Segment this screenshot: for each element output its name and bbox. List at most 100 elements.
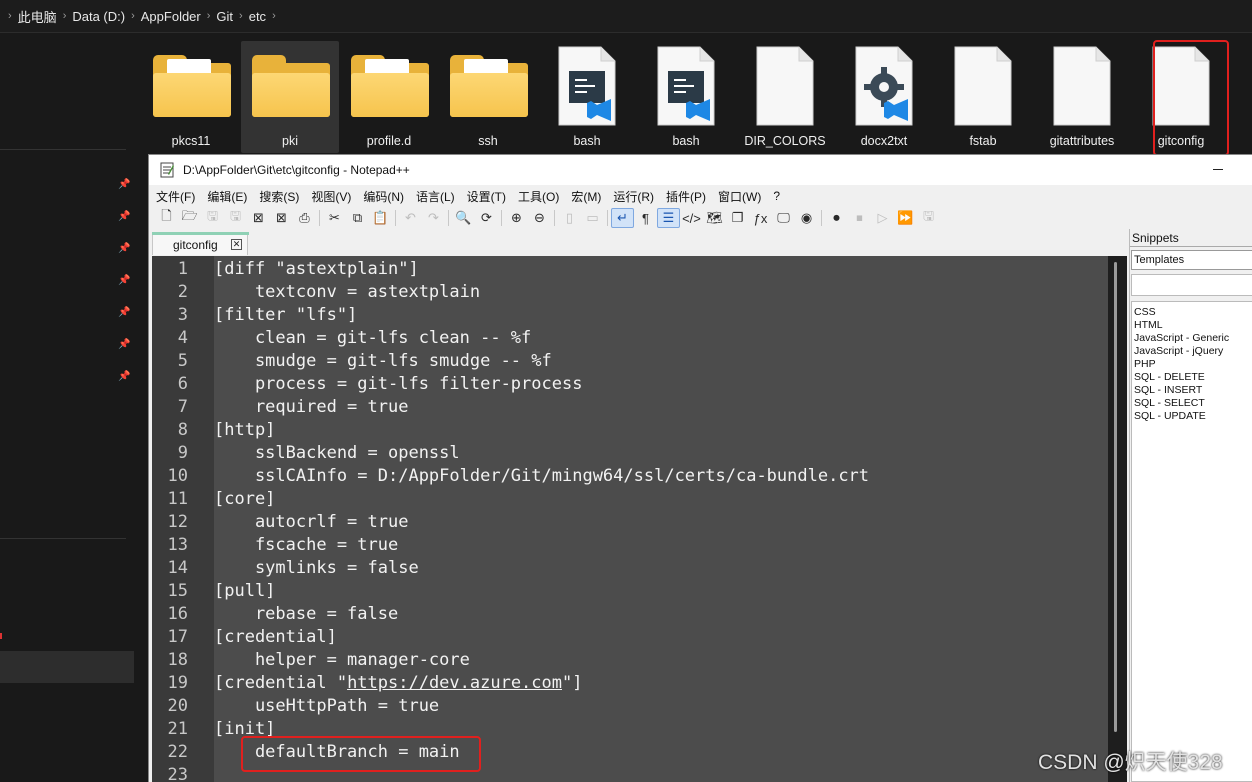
pin-icon[interactable]: 📌	[118, 275, 130, 286]
sync-horizontal-icon[interactable]: ▭	[581, 208, 604, 228]
show-all-characters-icon[interactable]: ¶	[634, 208, 657, 228]
snippet-item[interactable]: HTML	[1134, 319, 1252, 332]
snippet-item[interactable]: SQL - INSERT	[1134, 384, 1252, 397]
record-macro-icon[interactable]: ⏺	[825, 208, 848, 228]
file-item-gitattributes[interactable]: gitattributes	[1033, 41, 1131, 153]
scrollbar-thumb[interactable]	[1114, 262, 1117, 732]
snippets-filter-box[interactable]	[1131, 274, 1252, 296]
breadcrumb-item-this-pc[interactable]: 此电脑	[18, 7, 57, 26]
menu-item-8[interactable]: 宏(M)	[571, 188, 601, 205]
document-list-icon[interactable]: ❐	[726, 208, 749, 228]
copy-icon[interactable]: ⧉	[346, 208, 369, 228]
line-number: 13	[167, 535, 188, 555]
pin-icon[interactable]: 📌	[118, 179, 130, 190]
folder-as-workspace-icon[interactable]: 🖵	[772, 208, 795, 228]
tab-gitconfig[interactable]: gitconfig ✕	[152, 232, 249, 255]
line-number: 8	[177, 420, 188, 440]
snippet-item[interactable]: JavaScript - jQuery	[1134, 345, 1252, 358]
pin-icon[interactable]: 📌	[118, 307, 130, 318]
function-list-icon[interactable]: ƒx	[749, 208, 772, 228]
breadcrumb-item-data-drive[interactable]: Data (D:)	[72, 9, 125, 24]
file-item-ssh[interactable]: ssh	[439, 41, 537, 153]
snippet-item[interactable]: SQL - DELETE	[1134, 371, 1252, 384]
close-all-icon[interactable]: ⊠	[270, 208, 293, 228]
menu-item-10[interactable]: 插件(P)	[666, 188, 706, 205]
snippet-item[interactable]: JavaScript - Generic	[1134, 332, 1252, 345]
menu-item-12[interactable]: ?	[773, 189, 780, 203]
minimize-button[interactable]	[1213, 169, 1223, 170]
zoom-in-icon[interactable]: ⊕	[505, 208, 528, 228]
file-item-dir-colors[interactable]: DIR_COLORS	[736, 41, 834, 153]
snippet-item[interactable]: PHP	[1134, 358, 1252, 371]
zoom-out-icon[interactable]: ⊖	[528, 208, 551, 228]
save-icon[interactable]: 🖫	[201, 208, 224, 228]
open-file-icon[interactable]: 🗁	[178, 208, 201, 228]
file-item-pki[interactable]: pki	[241, 41, 339, 153]
line-number: 18	[167, 650, 188, 670]
pin-icon[interactable]: 📌	[118, 371, 130, 382]
file-item-bash[interactable]: bash	[637, 41, 735, 153]
sync-vertical-icon[interactable]: ▯	[558, 208, 581, 228]
breadcrumb-item-git[interactable]: Git	[216, 9, 233, 24]
monitoring-icon[interactable]: ◉	[795, 208, 818, 228]
pin-icon[interactable]: 📌	[118, 211, 130, 222]
toolbar-separator	[607, 210, 608, 226]
find-icon[interactable]: 🔍	[452, 208, 475, 228]
paste-icon[interactable]: 📋	[369, 208, 392, 228]
file-item-profile-d[interactable]: profile.d	[340, 41, 438, 153]
file-item-bash[interactable]: bash	[538, 41, 636, 153]
snippet-item[interactable]: SQL - SELECT	[1134, 397, 1252, 410]
cut-icon[interactable]: ✂	[323, 208, 346, 228]
menu-item-1[interactable]: 编辑(E)	[207, 188, 247, 205]
menu-item-5[interactable]: 语言(L)	[416, 188, 455, 205]
code-line: 19 [credential "https://dev.azure.com"]	[152, 672, 1108, 695]
replace-icon[interactable]: ⟳	[475, 208, 498, 228]
gear-file-icon	[854, 45, 914, 127]
code-text: required = true	[214, 397, 409, 417]
code-line: 8 [http]	[152, 419, 1108, 442]
save-macro-icon[interactable]: 🖫	[917, 208, 940, 228]
run-macro-multiple-icon[interactable]: ⏩	[894, 208, 917, 228]
indent-guide-icon[interactable]: ☰	[657, 208, 680, 228]
document-map-icon[interactable]: 🗺	[703, 208, 726, 228]
new-file-icon[interactable]: 🗋	[155, 208, 178, 228]
code-text: [http]	[214, 420, 276, 440]
xml-tag-icon[interactable]: </>	[680, 208, 703, 228]
url-link[interactable]: https://dev.azure.com	[347, 673, 562, 693]
breadcrumb-item-etc[interactable]: etc	[249, 9, 266, 24]
snippet-item[interactable]: CSS	[1134, 306, 1252, 319]
nav-item-selected[interactable]	[0, 651, 134, 683]
menu-item-4[interactable]: 编码(N)	[363, 188, 404, 205]
menu-item-11[interactable]: 窗口(W)	[718, 188, 761, 205]
navigation-pane: 📌 📌 📌 📌 📌 📌 📌	[0, 33, 136, 782]
file-item-pkcs11[interactable]: pkcs11	[142, 41, 240, 153]
save-all-icon[interactable]: 🖫	[224, 208, 247, 228]
playback-macro-icon[interactable]: ▷	[871, 208, 894, 228]
pin-icon[interactable]: 📌	[118, 243, 130, 254]
snippets-category-select[interactable]: Templates	[1131, 250, 1252, 270]
menu-item-2[interactable]: 搜索(S)	[259, 188, 299, 205]
stop-recording-icon[interactable]: ⏹	[848, 208, 871, 228]
snippet-item[interactable]: SQL - UPDATE	[1134, 410, 1252, 423]
file-item-fstab[interactable]: fstab	[934, 41, 1032, 153]
menu-item-3[interactable]: 视图(V)	[311, 188, 351, 205]
menu-item-0[interactable]: 文件(F)	[156, 188, 195, 205]
menu-item-9[interactable]: 运行(R)	[613, 188, 654, 205]
word-wrap-icon[interactable]: ↵	[611, 208, 634, 228]
redo-icon[interactable]: ↷	[422, 208, 445, 228]
chevron-right-icon: ›	[239, 10, 243, 22]
vertical-scrollbar[interactable]	[1108, 256, 1127, 782]
code-editor[interactable]: 1 [diff "astextplain"] 2 textconv = astext…	[152, 256, 1127, 782]
undo-icon[interactable]: ↶	[399, 208, 422, 228]
line-number: 19	[167, 673, 188, 693]
close-icon[interactable]: ⊠	[247, 208, 270, 228]
pin-icon[interactable]: 📌	[118, 339, 130, 350]
menu-item-7[interactable]: 工具(O)	[518, 188, 559, 205]
breadcrumb-item-appfolder[interactable]: AppFolder	[141, 9, 201, 24]
line-number: 20	[167, 696, 188, 716]
file-item-docx2txt[interactable]: docx2txt	[835, 41, 933, 153]
menu-item-6[interactable]: 设置(T)	[467, 188, 506, 205]
close-tab-icon[interactable]: ✕	[231, 239, 242, 250]
print-icon[interactable]: ⎙	[293, 208, 316, 228]
line-number: 17	[167, 627, 188, 647]
